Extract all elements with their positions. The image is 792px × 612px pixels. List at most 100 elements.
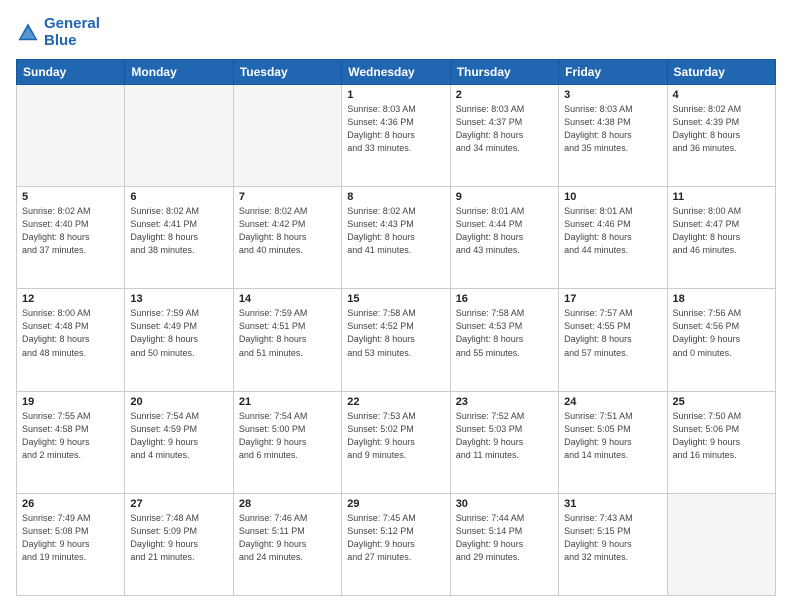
day-header-friday: Friday — [559, 60, 667, 85]
day-detail: Sunrise: 7:44 AM Sunset: 5:14 PM Dayligh… — [456, 512, 553, 564]
calendar-cell: 11 Sunrise: 8:00 AM Sunset: 4:47 PM Dayli… — [667, 187, 775, 289]
calendar-cell: 21Sunrise: 7:54 AM Sunset: 5:00 PM Dayli… — [233, 391, 341, 493]
calendar-cell — [17, 85, 125, 187]
calendar-cell: 28 Sunrise: 7:46 AM Sunset: 5:11 PM Dayli… — [233, 493, 341, 595]
day-detail: Sunrise: 7:48 AM Sunset: 5:09 PM Dayligh… — [130, 512, 227, 564]
day-number: 12 — [22, 293, 119, 305]
logo-icon — [16, 21, 40, 45]
calendar-cell: 19Sunrise: 7:55 AM Sunset: 4:58 PM Dayli… — [17, 391, 125, 493]
calendar-cell: 13Sunrise: 7:59 AM Sunset: 4:49 PM Dayli… — [125, 289, 233, 391]
calendar-cell: 9 Sunrise: 8:01 AM Sunset: 4:44 PM Daylig… — [450, 187, 558, 289]
day-number: 13 — [130, 293, 227, 305]
calendar-cell: 12 Sunrise: 8:00 AM Sunset: 4:48 PM Dayli… — [17, 289, 125, 391]
day-number: 2 — [456, 89, 553, 101]
calendar-cell: 1 Sunrise: 8:03 AM Sunset: 4:36 PM Daylig… — [342, 85, 450, 187]
day-number: 20 — [130, 396, 227, 408]
day-number: 14 — [239, 293, 336, 305]
day-number: 31 — [564, 498, 661, 510]
day-header-tuesday: Tuesday — [233, 60, 341, 85]
calendar-cell: 7 Sunrise: 8:02 AM Sunset: 4:42 PM Daylig… — [233, 187, 341, 289]
calendar-cell: 20 Sunrise: 7:54 AM Sunset: 4:59 PM Dayli… — [125, 391, 233, 493]
calendar-cell — [233, 85, 341, 187]
day-detail: Sunrise: 8:02 AM Sunset: 4:41 PM Dayligh… — [130, 205, 227, 257]
day-detail: Sunrise: 8:01 AM Sunset: 4:46 PM Dayligh… — [564, 205, 661, 257]
day-detail: Sunrise: 7:52 AM Sunset: 5:03 PM Dayligh… — [456, 410, 553, 462]
calendar-cell: 14 Sunrise: 7:59 AM Sunset: 4:51 PM Dayli… — [233, 289, 341, 391]
day-detail: Sunrise: 8:02 AM Sunset: 4:42 PM Dayligh… — [239, 205, 336, 257]
day-detail: Sunrise: 7:59 AM Sunset: 4:51 PM Dayligh… — [239, 307, 336, 359]
day-header-sunday: Sunday — [17, 60, 125, 85]
day-detail: Sunrise: 7:51 AM Sunset: 5:05 PM Dayligh… — [564, 410, 661, 462]
calendar-week-row: 5 Sunrise: 8:02 AM Sunset: 4:40 PM Daylig… — [17, 187, 776, 289]
day-number: 18 — [673, 293, 770, 305]
day-detail: Sunrise: 7:43 AM Sunset: 5:15 PM Dayligh… — [564, 512, 661, 564]
day-number: 1 — [347, 89, 444, 101]
day-detail: Sunrise: 8:00 AM Sunset: 4:48 PM Dayligh… — [22, 307, 119, 359]
calendar-cell: 18 Sunrise: 7:56 AM Sunset: 4:56 PM Dayli… — [667, 289, 775, 391]
calendar-cell: 5 Sunrise: 8:02 AM Sunset: 4:40 PM Daylig… — [17, 187, 125, 289]
day-number: 11 — [673, 191, 770, 203]
day-detail: Sunrise: 7:58 AM Sunset: 4:53 PM Dayligh… — [456, 307, 553, 359]
day-detail: Sunrise: 7:45 AM Sunset: 5:12 PM Dayligh… — [347, 512, 444, 564]
day-detail: Sunrise: 7:55 AM Sunset: 4:58 PM Dayligh… — [22, 410, 119, 462]
day-number: 7 — [239, 191, 336, 203]
logo-text: General Blue — [44, 16, 100, 49]
calendar-cell: 2 Sunrise: 8:03 AM Sunset: 4:37 PM Daylig… — [450, 85, 558, 187]
day-detail: Sunrise: 8:03 AM Sunset: 4:36 PM Dayligh… — [347, 103, 444, 155]
day-detail: Sunrise: 8:03 AM Sunset: 4:38 PM Dayligh… — [564, 103, 661, 155]
day-number: 24 — [564, 396, 661, 408]
day-number: 10 — [564, 191, 661, 203]
day-number: 5 — [22, 191, 119, 203]
page: General Blue SundayMondayTuesdayWednesda… — [0, 0, 792, 612]
calendar-cell — [667, 493, 775, 595]
day-detail: Sunrise: 8:00 AM Sunset: 4:47 PM Dayligh… — [673, 205, 770, 257]
day-detail: Sunrise: 7:58 AM Sunset: 4:52 PM Dayligh… — [347, 307, 444, 359]
day-detail: Sunrise: 8:02 AM Sunset: 4:40 PM Dayligh… — [22, 205, 119, 257]
calendar-week-row: 19Sunrise: 7:55 AM Sunset: 4:58 PM Dayli… — [17, 391, 776, 493]
calendar-table: SundayMondayTuesdayWednesdayThursdayFrid… — [16, 59, 776, 596]
day-detail: Sunrise: 8:02 AM Sunset: 4:39 PM Dayligh… — [673, 103, 770, 155]
calendar-cell: 30 Sunrise: 7:44 AM Sunset: 5:14 PM Dayli… — [450, 493, 558, 595]
calendar-cell — [125, 85, 233, 187]
logo: General Blue — [16, 16, 100, 49]
calendar-cell: 16 Sunrise: 7:58 AM Sunset: 4:53 PM Dayli… — [450, 289, 558, 391]
day-number: 28 — [239, 498, 336, 510]
calendar-cell: 15Sunrise: 7:58 AM Sunset: 4:52 PM Dayli… — [342, 289, 450, 391]
calendar-cell: 22Sunrise: 7:53 AM Sunset: 5:02 PM Dayli… — [342, 391, 450, 493]
day-detail: Sunrise: 8:02 AM Sunset: 4:43 PM Dayligh… — [347, 205, 444, 257]
day-detail: Sunrise: 8:03 AM Sunset: 4:37 PM Dayligh… — [456, 103, 553, 155]
day-detail: Sunrise: 7:56 AM Sunset: 4:56 PM Dayligh… — [673, 307, 770, 359]
day-number: 6 — [130, 191, 227, 203]
day-number: 16 — [456, 293, 553, 305]
day-header-saturday: Saturday — [667, 60, 775, 85]
calendar-cell: 6 Sunrise: 8:02 AM Sunset: 4:41 PM Daylig… — [125, 187, 233, 289]
day-detail: Sunrise: 7:49 AM Sunset: 5:08 PM Dayligh… — [22, 512, 119, 564]
header: General Blue — [16, 16, 776, 49]
day-number: 3 — [564, 89, 661, 101]
day-detail: Sunrise: 7:46 AM Sunset: 5:11 PM Dayligh… — [239, 512, 336, 564]
day-header-monday: Monday — [125, 60, 233, 85]
calendar-cell: 23Sunrise: 7:52 AM Sunset: 5:03 PM Dayli… — [450, 391, 558, 493]
day-detail: Sunrise: 7:54 AM Sunset: 4:59 PM Dayligh… — [130, 410, 227, 462]
calendar-cell: 8 Sunrise: 8:02 AM Sunset: 4:43 PM Daylig… — [342, 187, 450, 289]
calendar-cell: 24 Sunrise: 7:51 AM Sunset: 5:05 PM Dayli… — [559, 391, 667, 493]
calendar-cell: 29 Sunrise: 7:45 AM Sunset: 5:12 PM Dayli… — [342, 493, 450, 595]
day-detail: Sunrise: 7:53 AM Sunset: 5:02 PM Dayligh… — [347, 410, 444, 462]
calendar-cell: 31 Sunrise: 7:43 AM Sunset: 5:15 PM Dayli… — [559, 493, 667, 595]
calendar-cell: 27Sunrise: 7:48 AM Sunset: 5:09 PM Dayli… — [125, 493, 233, 595]
day-number: 25 — [673, 396, 770, 408]
day-detail: Sunrise: 8:01 AM Sunset: 4:44 PM Dayligh… — [456, 205, 553, 257]
calendar-week-row: 1 Sunrise: 8:03 AM Sunset: 4:36 PM Daylig… — [17, 85, 776, 187]
calendar-week-row: 26 Sunrise: 7:49 AM Sunset: 5:08 PM Dayli… — [17, 493, 776, 595]
calendar-cell: 17Sunrise: 7:57 AM Sunset: 4:55 PM Dayli… — [559, 289, 667, 391]
calendar-cell: 25 Sunrise: 7:50 AM Sunset: 5:06 PM Dayli… — [667, 391, 775, 493]
day-number: 26 — [22, 498, 119, 510]
day-number: 30 — [456, 498, 553, 510]
day-detail: Sunrise: 7:54 AM Sunset: 5:00 PM Dayligh… — [239, 410, 336, 462]
day-detail: Sunrise: 7:50 AM Sunset: 5:06 PM Dayligh… — [673, 410, 770, 462]
calendar-header-row: SundayMondayTuesdayWednesdayThursdayFrid… — [17, 60, 776, 85]
day-number: 9 — [456, 191, 553, 203]
calendar-cell: 4Sunrise: 8:02 AM Sunset: 4:39 PM Daylig… — [667, 85, 775, 187]
day-number: 29 — [347, 498, 444, 510]
day-number: 8 — [347, 191, 444, 203]
